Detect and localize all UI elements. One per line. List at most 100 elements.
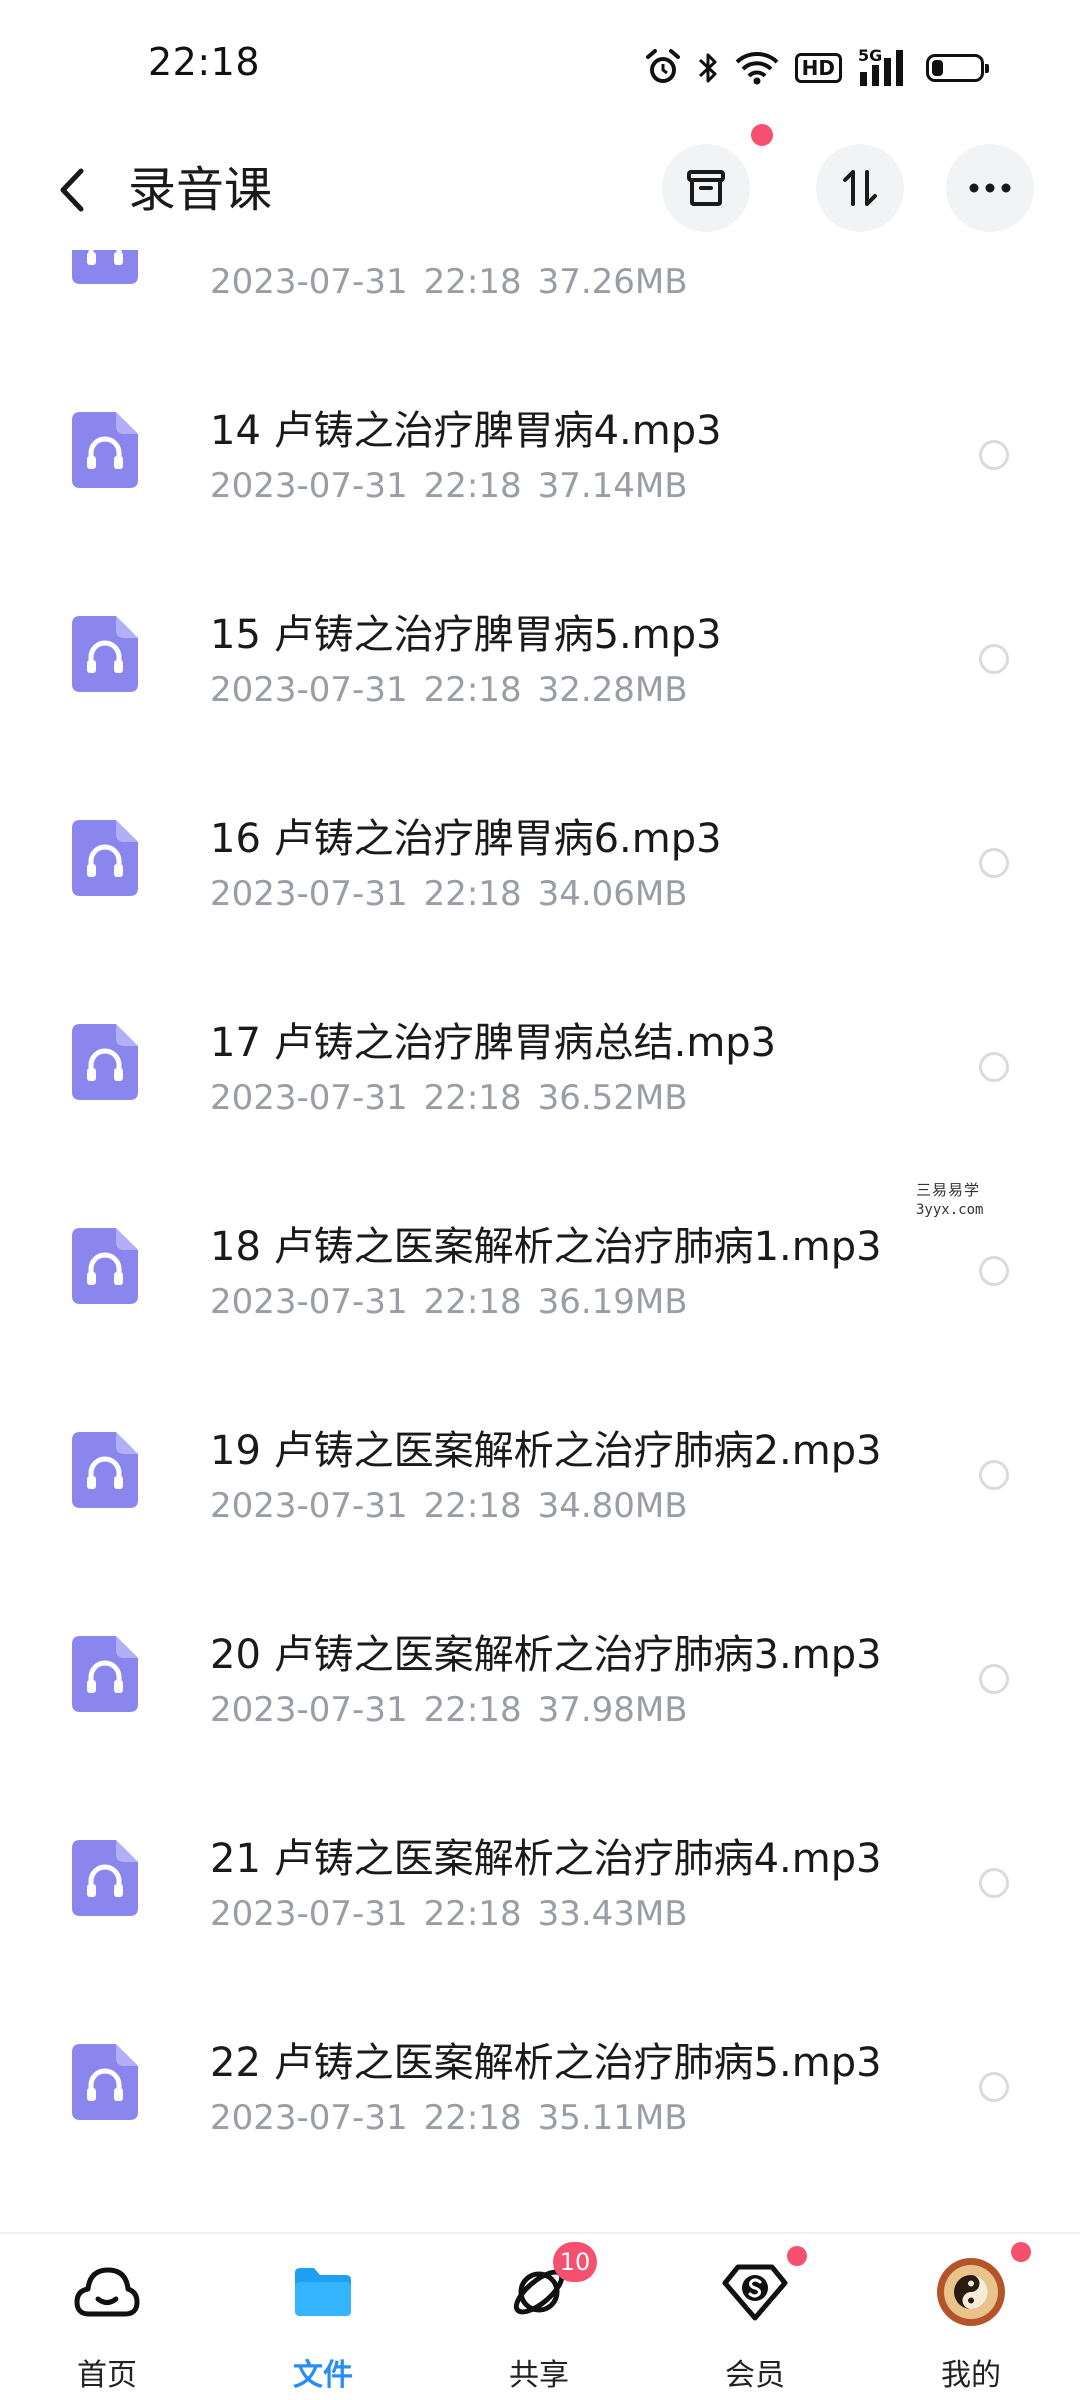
bluetooth-icon (697, 50, 719, 86)
audio-file-icon (72, 1024, 138, 1100)
file-meta: 2023-07-31 22:18 37.14MB (210, 466, 704, 506)
avatar (935, 2256, 1007, 2328)
select-radio[interactable] (979, 440, 1009, 470)
nav-label-vip: 会员 (725, 2358, 785, 2393)
audio-file-icon (72, 1228, 138, 1304)
5g-signal-icon: 5G (858, 46, 910, 88)
file-meta: 2023-07-31 22:18 32.28MB (210, 670, 704, 710)
file-time: 22:18 (423, 466, 522, 506)
list-item[interactable]: 14 卢铸之治疗脾胃病4.mp3 2023-07-31 22:18 37.14MB (0, 354, 1080, 558)
watermark-line2: 3yyx.com (916, 1202, 984, 1218)
list-item[interactable]: 17 卢铸之治疗脾胃病总结.mp3 2023-07-31 22:18 36.52MB (0, 966, 1080, 1170)
nav-item-home[interactable]: 首页 (17, 2234, 197, 2400)
file-time: 22:18 (423, 262, 522, 302)
list-item[interactable]: 15 卢铸之治疗脾胃病5.mp3 2023-07-31 22:18 32.28MB (0, 558, 1080, 762)
file-time: 22:18 (423, 670, 522, 710)
nav-label-home: 首页 (77, 2358, 137, 2393)
audio-file-icon (72, 1840, 138, 1916)
file-time: 22:18 (423, 2098, 522, 2138)
vip-diamond-icon (719, 2256, 791, 2328)
share-count-badge: 10 (553, 2242, 597, 2282)
file-meta: 2023-07-31 22:18 33.43MB (210, 1894, 704, 1934)
nav-label-share: 共享 (509, 2358, 569, 2393)
file-date: 2023-07-31 (210, 1282, 408, 1322)
file-name: 19 卢铸之医案解析之治疗肺病2.mp3 (210, 1428, 882, 1474)
app-screen: 22:18 HD 5G 录音课 2023-07-31 22:18 37.26MB… (0, 0, 1080, 2400)
archive-icon (687, 170, 725, 206)
alarm-icon (645, 49, 681, 87)
nav-label-files: 文件 (293, 2358, 353, 2393)
select-radio[interactable] (979, 1868, 1009, 1898)
file-size: 34.06MB (537, 874, 688, 914)
file-name: 16 卢铸之治疗脾胃病6.mp3 (210, 816, 722, 862)
list-item[interactable]: 19 卢铸之医案解析之治疗肺病2.mp3 2023-07-31 22:18 34.80… (0, 1374, 1080, 1578)
select-radio[interactable] (979, 644, 1009, 674)
select-radio[interactable] (979, 1460, 1009, 1490)
file-size: 32.28MB (537, 670, 688, 710)
file-size: 37.14MB (537, 466, 688, 506)
status-time: 22:18 (148, 40, 261, 84)
nav-item-files[interactable]: 文件 (233, 2234, 413, 2400)
vip-notification-dot (787, 2246, 807, 2266)
select-radio[interactable] (979, 1664, 1009, 1694)
file-name: 18 卢铸之医案解析之治疗肺病1.mp3 (210, 1224, 882, 1270)
list-item[interactable]: 16 卢铸之治疗脾胃病6.mp3 2023-07-31 22:18 34.06MB (0, 762, 1080, 966)
file-date: 2023-07-31 (210, 670, 408, 710)
file-size: 35.11MB (537, 2098, 688, 2138)
file-date: 2023-07-31 (210, 1486, 408, 1526)
file-name: 14 卢铸之治疗脾胃病4.mp3 (210, 408, 722, 454)
hd-icon: HD (794, 53, 842, 83)
select-radio[interactable] (979, 2072, 1009, 2102)
audio-file-icon (72, 616, 138, 692)
file-list[interactable]: 2023-07-31 22:18 37.26MB 14 卢铸之治疗脾胃病4.mp3 20… (0, 250, 1080, 2230)
audio-file-icon (72, 1636, 138, 1712)
file-time: 22:18 (423, 1486, 522, 1526)
file-name: 20 卢铸之医案解析之治疗肺病3.mp3 (210, 1632, 882, 1678)
file-date: 2023-07-31 (210, 874, 408, 914)
select-radio[interactable] (979, 1256, 1009, 1286)
file-name: 21 卢铸之医案解析之治疗肺病4.mp3 (210, 1836, 882, 1882)
wifi-icon (735, 51, 779, 85)
file-name: 22 卢铸之医案解析之治疗肺病5.mp3 (210, 2040, 882, 2086)
battery-icon (926, 54, 989, 82)
chevron-left-icon (60, 168, 84, 212)
file-size: 36.19MB (537, 1282, 688, 1322)
file-time: 22:18 (423, 1282, 522, 1322)
file-date: 2023-07-31 (210, 466, 408, 506)
audio-file-icon (72, 412, 138, 488)
nav-item-share[interactable]: 10 共享 (449, 2234, 629, 2400)
folder-icon (287, 2256, 359, 2328)
list-item[interactable]: 20 卢铸之医案解析之治疗肺病3.mp3 2023-07-31 22:18 37.98… (0, 1578, 1080, 1782)
audio-file-icon (72, 820, 138, 896)
list-item[interactable]: 2023-07-31 22:18 37.26MB (0, 250, 1080, 354)
file-size: 37.26MB (537, 262, 688, 302)
file-date: 2023-07-31 (210, 1894, 408, 1934)
file-time: 22:18 (423, 1690, 522, 1730)
more-button[interactable] (946, 144, 1034, 232)
sort-icon (843, 170, 877, 206)
file-name: 17 卢铸之治疗脾胃病总结.mp3 (210, 1020, 777, 1066)
file-size: 34.80MB (537, 1486, 688, 1526)
watermark: 三易易学 3yyx.com (916, 1180, 1016, 1220)
list-item[interactable]: 21 卢铸之医案解析之治疗肺病4.mp3 2023-07-31 22:18 33.43… (0, 1782, 1080, 1986)
cloud-home-icon (71, 2256, 143, 2328)
page-title: 录音课 (128, 162, 273, 218)
select-radio[interactable] (979, 848, 1009, 878)
archive-button[interactable] (662, 144, 750, 232)
file-size: 37.98MB (537, 1690, 688, 1730)
me-notification-dot (1011, 2242, 1031, 2262)
sort-button[interactable] (816, 144, 904, 232)
nav-item-vip[interactable]: 会员 (665, 2234, 845, 2400)
back-button[interactable] (46, 158, 98, 222)
file-date: 2023-07-31 (210, 1078, 408, 1118)
select-radio[interactable] (979, 1052, 1009, 1082)
file-name: 15 卢铸之治疗脾胃病5.mp3 (210, 612, 722, 658)
list-item[interactable]: 22 卢铸之医案解析之治疗肺病5.mp3 2023-07-31 22:18 35.11… (0, 1986, 1080, 2190)
file-size: 33.43MB (537, 1894, 688, 1934)
status-icons: HD 5G (645, 46, 989, 90)
nav-item-me[interactable]: 我的 (881, 2234, 1061, 2400)
header: 录音课 (0, 124, 1080, 250)
archive-notification-dot (751, 124, 773, 146)
file-meta: 2023-07-31 22:18 34.06MB (210, 874, 704, 914)
file-meta: 2023-07-31 22:18 35.11MB (210, 2098, 704, 2138)
